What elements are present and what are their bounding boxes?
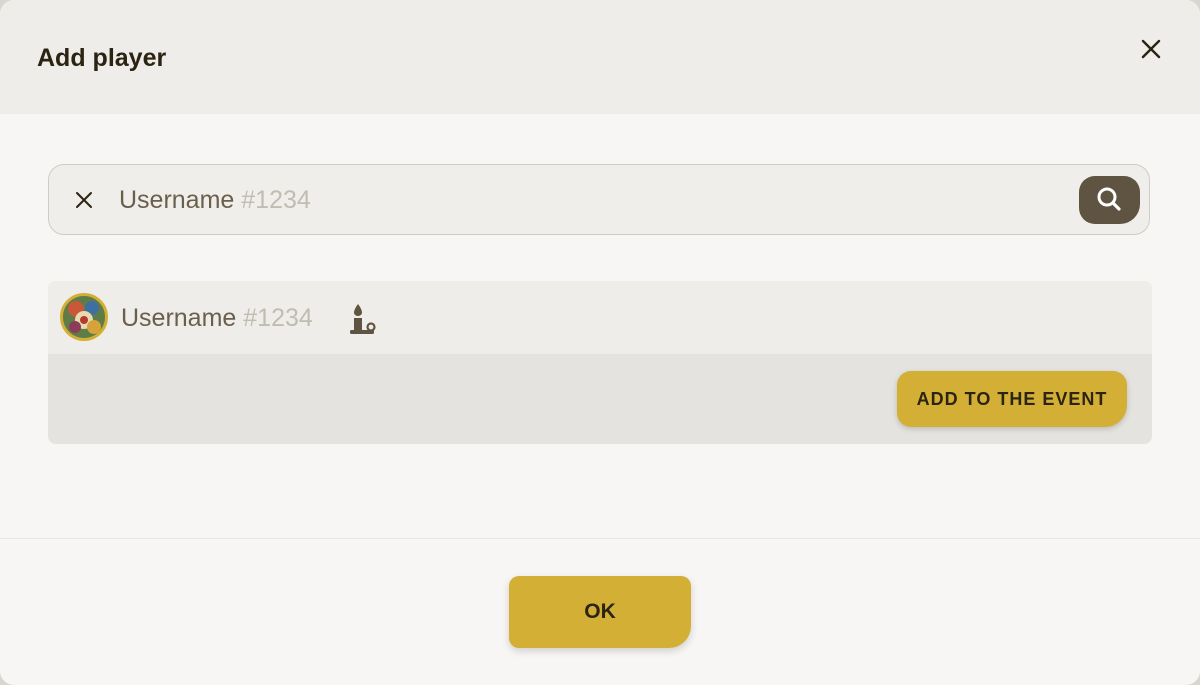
search-input-tag: #1234: [241, 186, 311, 214]
ok-button[interactable]: OK: [509, 576, 691, 648]
dialog-title: Add player: [37, 44, 167, 72]
close-icon: [1141, 39, 1161, 59]
player-username: Username: [121, 304, 237, 332]
player-name: Username #1234: [121, 300, 313, 336]
search-input[interactable]: Username #1234: [119, 181, 1019, 219]
search-input-username: Username: [119, 186, 235, 214]
footer-divider: [0, 538, 1200, 539]
add-player-dialog: Add player Username #1234 Username #1234…: [0, 0, 1200, 685]
player-result-card: Username #1234 ADD TO THE EVENT: [48, 281, 1152, 444]
search-icon: [1097, 187, 1121, 211]
add-to-event-button[interactable]: ADD TO THE EVENT: [897, 371, 1127, 427]
search-field[interactable]: Username #1234: [48, 164, 1150, 235]
clear-search-button[interactable]: [73, 189, 95, 211]
close-button[interactable]: [1136, 34, 1166, 64]
avatar-image: [63, 296, 105, 338]
candle-icon: [350, 304, 376, 334]
close-icon: [76, 192, 92, 208]
avatar: [60, 293, 108, 341]
player-tag: #1234: [243, 304, 313, 332]
search-button[interactable]: [1079, 176, 1140, 224]
dialog-header: Add player: [0, 0, 1200, 114]
player-result-header: Username #1234: [48, 281, 1152, 354]
